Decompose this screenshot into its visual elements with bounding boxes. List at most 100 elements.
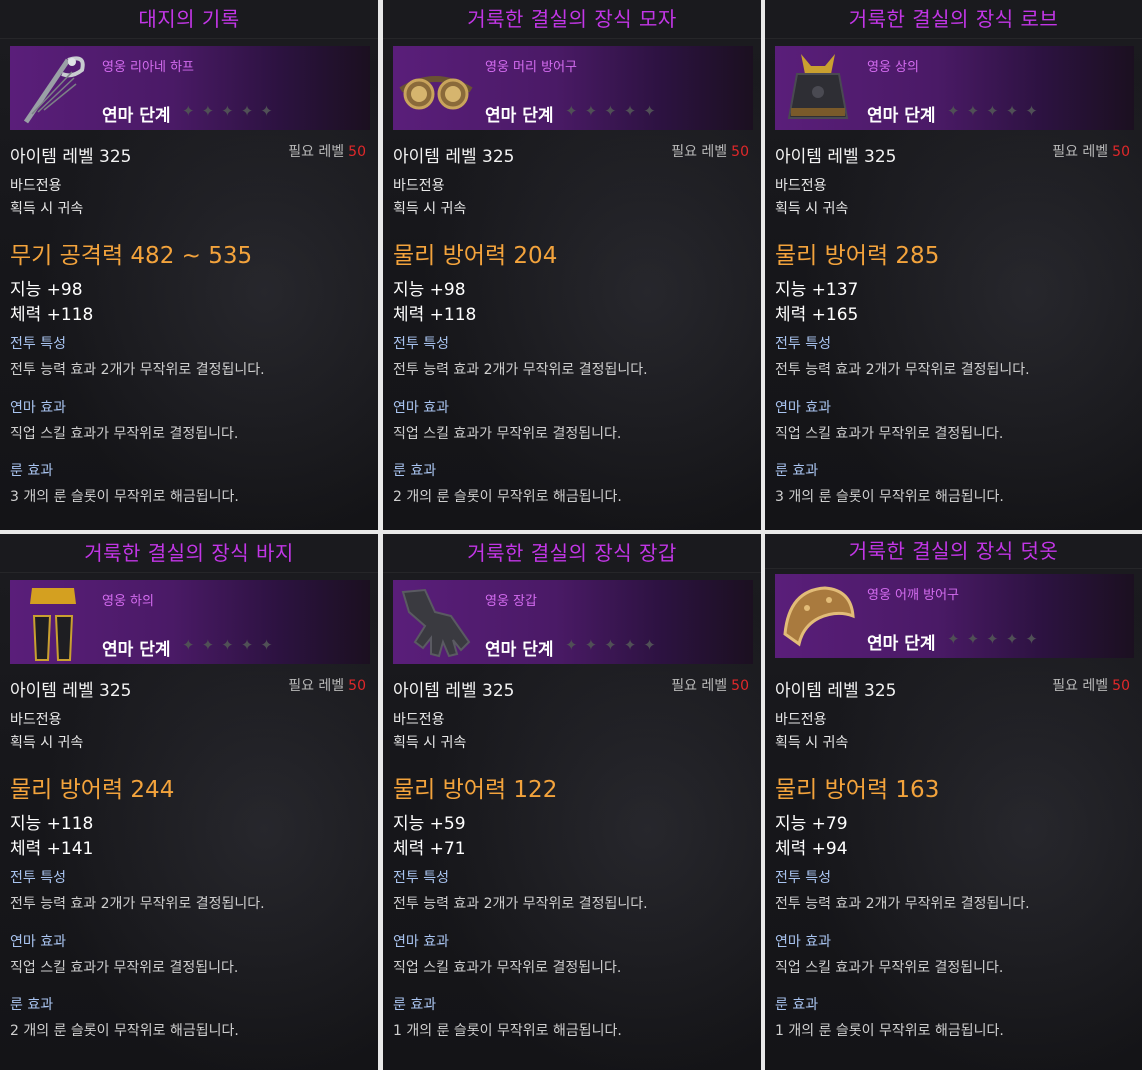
required-level-label: 필요 레벨 <box>671 678 728 694</box>
item-tooltip: 거룩한 결실의 장식 모자 영웅 머리 방어구 연마 단계 ✦✦✦✦✦ 아이템 … <box>383 0 761 530</box>
item-banner: 영웅 하의 연마 단계 ✦✦✦✦✦ <box>10 580 370 664</box>
item-grade: 영웅 장갑 <box>485 594 537 609</box>
stat-vitality: 체력 +118 <box>393 305 477 325</box>
combat-header: 전투 특성 <box>775 870 831 886</box>
bind-type: 획득 시 귀속 <box>393 201 467 217</box>
refine-desc: 직업 스킬 효과가 무작위로 결정됩니다. <box>393 426 622 442</box>
enhance-stars: ✦✦✦✦✦ <box>947 630 1045 648</box>
stat-intelligence: 지능 +118 <box>10 814 94 834</box>
combat-header: 전투 특성 <box>10 336 66 352</box>
stat-vitality: 체력 +94 <box>775 839 848 859</box>
rune-desc: 3 개의 룬 슬롯이 무작위로 해금됩니다. <box>775 489 1004 505</box>
shoulder-icon <box>777 576 859 656</box>
required-level-label: 필요 레벨 <box>288 678 345 694</box>
stat-vitality: 체력 +71 <box>393 839 466 859</box>
combat-desc: 전투 능력 효과 2개가 무작위로 결정됩니다. <box>10 896 265 912</box>
item-tooltip: 대지의 기록 영웅 리아네 하프 연마 단계 ✦✦✦✦✦ 아이템 레벨 325 … <box>0 0 378 530</box>
goggles-icon <box>395 48 477 128</box>
enhance-stage: 연마 단계 <box>102 640 171 660</box>
bind-type: 획득 시 귀속 <box>10 735 84 751</box>
stat-intelligence: 지능 +137 <box>775 280 859 300</box>
required-level: 필요 레벨 50 <box>288 141 366 161</box>
required-level-label: 필요 레벨 <box>1052 678 1109 694</box>
item-grade: 영웅 리아네 하프 <box>102 60 194 75</box>
rune-desc: 2 개의 룬 슬롯이 무작위로 해금됩니다. <box>393 489 622 505</box>
required-level-label: 필요 레벨 <box>288 144 345 160</box>
refine-desc: 직업 스킬 효과가 무작위로 결정됩니다. <box>10 960 239 976</box>
enhance-stage: 연마 단계 <box>485 640 554 660</box>
enhance-stage: 연마 단계 <box>867 634 936 654</box>
item-name: 거룩한 결실의 장식 바지 <box>0 534 378 573</box>
robe-icon <box>777 48 859 128</box>
class-restriction: 바드전용 <box>393 178 445 194</box>
rune-desc: 1 개의 룬 슬롯이 무작위로 해금됩니다. <box>775 1023 1004 1039</box>
main-stat: 물리 방어력 244 <box>10 777 175 803</box>
item-level: 아이템 레벨 325 <box>393 681 515 701</box>
bind-type: 획득 시 귀속 <box>393 735 467 751</box>
stat-intelligence: 지능 +98 <box>10 280 83 300</box>
refine-header: 연마 효과 <box>10 400 66 416</box>
required-level: 필요 레벨 50 <box>671 675 749 695</box>
refine-header: 연마 효과 <box>775 934 831 950</box>
enhance-stars: ✦✦✦✦✦ <box>565 636 663 654</box>
main-stat: 물리 방어력 122 <box>393 777 558 803</box>
item-tooltip: 거룩한 결실의 장식 바지 영웅 하의 연마 단계 ✦✦✦✦✦ 아이템 레벨 3… <box>0 534 378 1070</box>
item-banner: 영웅 상의 연마 단계 ✦✦✦✦✦ <box>775 46 1134 130</box>
refine-desc: 직업 스킬 효과가 무작위로 결정됩니다. <box>393 960 622 976</box>
stat-intelligence: 지능 +59 <box>393 814 466 834</box>
combat-header: 전투 특성 <box>10 870 66 886</box>
class-restriction: 바드전용 <box>775 178 827 194</box>
stat-vitality: 체력 +141 <box>10 839 94 859</box>
required-level: 필요 레벨 50 <box>671 141 749 161</box>
combat-desc: 전투 능력 효과 2개가 무작위로 결정됩니다. <box>10 362 265 378</box>
rune-header: 룬 효과 <box>393 997 437 1013</box>
required-level: 필요 레벨 50 <box>1052 675 1130 695</box>
glove-icon <box>395 582 477 662</box>
rune-header: 룬 효과 <box>10 463 54 479</box>
main-stat: 물리 방어력 285 <box>775 243 940 269</box>
item-name: 거룩한 결실의 장식 모자 <box>383 0 761 39</box>
item-name: 거룩한 결실의 장식 로브 <box>765 0 1142 39</box>
class-restriction: 바드전용 <box>775 712 827 728</box>
combat-header: 전투 특성 <box>393 870 449 886</box>
required-level-value: 50 <box>348 144 366 160</box>
stat-vitality: 체력 +165 <box>775 305 859 325</box>
refine-desc: 직업 스킬 효과가 무작위로 결정됩니다. <box>775 960 1004 976</box>
refine-desc: 직업 스킬 효과가 무작위로 결정됩니다. <box>775 426 1004 442</box>
stat-intelligence: 지능 +98 <box>393 280 466 300</box>
combat-desc: 전투 능력 효과 2개가 무작위로 결정됩니다. <box>775 896 1030 912</box>
stat-vitality: 체력 +118 <box>10 305 94 325</box>
combat-header: 전투 특성 <box>393 336 449 352</box>
rune-desc: 3 개의 룬 슬롯이 무작위로 해금됩니다. <box>10 489 239 505</box>
item-grade: 영웅 하의 <box>102 594 154 609</box>
rune-header: 룬 효과 <box>775 463 819 479</box>
required-level-value: 50 <box>1112 144 1130 160</box>
rune-header: 룬 효과 <box>393 463 437 479</box>
item-name: 거룩한 결실의 장식 덧옷 <box>765 534 1142 569</box>
item-level: 아이템 레벨 325 <box>775 147 897 167</box>
item-level: 아이템 레벨 325 <box>10 147 132 167</box>
enhance-stars: ✦✦✦✦✦ <box>565 102 663 120</box>
enhance-stage: 연마 단계 <box>102 106 171 126</box>
refine-header: 연마 효과 <box>10 934 66 950</box>
main-stat: 물리 방어력 163 <box>775 777 940 803</box>
rune-desc: 1 개의 룬 슬롯이 무작위로 해금됩니다. <box>393 1023 622 1039</box>
bind-type: 획득 시 귀속 <box>775 201 849 217</box>
item-tooltip: 거룩한 결실의 장식 장갑 영웅 장갑 연마 단계 ✦✦✦✦✦ 아이템 레벨 3… <box>383 534 761 1070</box>
class-restriction: 바드전용 <box>10 712 62 728</box>
rune-header: 룬 효과 <box>10 997 54 1013</box>
combat-header: 전투 특성 <box>775 336 831 352</box>
enhance-stars: ✦✦✦✦✦ <box>182 102 280 120</box>
item-level: 아이템 레벨 325 <box>393 147 515 167</box>
combat-desc: 전투 능력 효과 2개가 무작위로 결정됩니다. <box>775 362 1030 378</box>
main-stat: 무기 공격력 482 ~ 535 <box>10 243 253 269</box>
class-restriction: 바드전용 <box>10 178 62 194</box>
combat-desc: 전투 능력 효과 2개가 무작위로 결정됩니다. <box>393 896 648 912</box>
required-level-value: 50 <box>1112 678 1130 694</box>
item-grade: 영웅 머리 방어구 <box>485 60 577 75</box>
item-name: 대지의 기록 <box>0 0 378 39</box>
tooltip-grid: 대지의 기록 영웅 리아네 하프 연마 단계 ✦✦✦✦✦ 아이템 레벨 325 … <box>0 0 1142 1070</box>
rune-header: 룬 효과 <box>775 997 819 1013</box>
harp-icon <box>12 48 94 128</box>
item-level: 아이템 레벨 325 <box>10 681 132 701</box>
